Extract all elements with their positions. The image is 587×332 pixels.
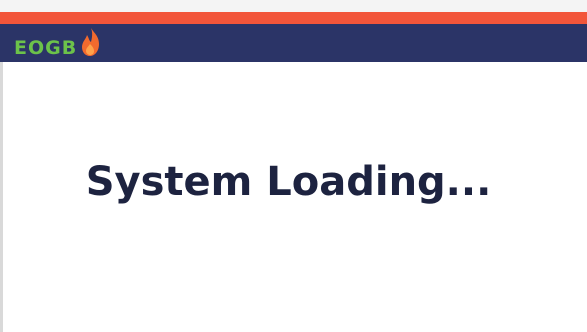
loading-message: System Loading... — [85, 159, 492, 205]
flame-icon — [82, 28, 100, 56]
loading-screen: EOGB System Loading... — [0, 0, 587, 332]
logo-text: EOGB — [14, 37, 78, 59]
accent-bar — [0, 12, 587, 24]
screen-bezel — [0, 0, 587, 12]
brand-logo: EOGB — [14, 28, 104, 59]
